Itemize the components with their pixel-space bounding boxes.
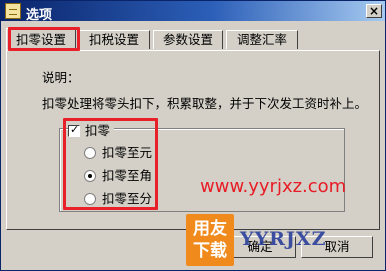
group-highlight-box — [63, 118, 158, 210]
window-title: 选项 — [26, 8, 53, 23]
description-text: 扣零处理将零头扣下，积累取整，并于下次发工资时补上。 — [42, 96, 368, 111]
app-icon — [5, 3, 21, 19]
title-bar[interactable]: 选项 × — [1, 1, 385, 23]
tab-exchange-rate[interactable]: 调整汇率 — [226, 30, 298, 49]
tab-parameters[interactable]: 参数设置 — [153, 30, 223, 49]
logo-line-1: 用友 — [193, 219, 227, 239]
description-label: 说明： — [42, 70, 80, 85]
close-button[interactable]: × — [366, 4, 382, 18]
tab-tax[interactable]: 扣税设置 — [78, 30, 150, 49]
tab-highlight-box — [8, 27, 80, 51]
logo-line-2: 下载 — [193, 241, 227, 261]
close-icon: × — [368, 4, 380, 18]
watermark-logo-text: YYRJXZ — [240, 228, 327, 250]
watermark-url: www.yyrjxz.com — [200, 176, 347, 197]
watermark-logo-badge: 用友 下载 — [186, 214, 234, 266]
